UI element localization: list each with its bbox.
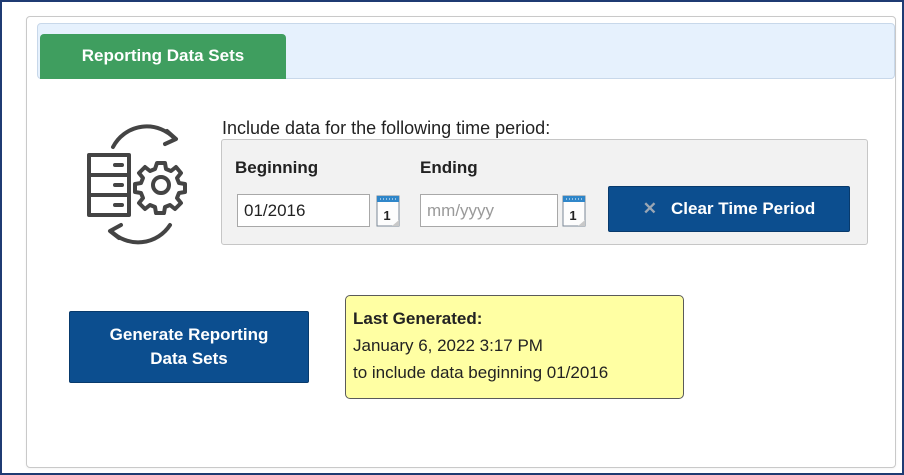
beginning-label: Beginning — [235, 158, 319, 177]
calendar-icon[interactable]: 1 — [562, 193, 586, 227]
generate-reporting-data-sets-button[interactable]: Generate Reporting Data Sets — [69, 311, 309, 383]
ending-date-input[interactable] — [420, 194, 558, 227]
last-generated-title: Last Generated: — [353, 309, 483, 328]
clear-time-period-button[interactable]: ✕ Clear Time Period — [608, 186, 850, 232]
calendar-day-text: 1 — [569, 208, 576, 223]
database-sync-icon — [87, 124, 187, 245]
x-icon: ✕ — [642, 199, 657, 218]
beginning-date-input[interactable] — [237, 194, 370, 227]
generate-button-line1: Generate Reporting — [109, 325, 269, 344]
calendar-day-text: 1 — [383, 208, 390, 223]
generate-button-line2: Data Sets — [150, 349, 228, 368]
ending-label: Ending — [420, 158, 478, 177]
last-generated-note-text: to include data beginning 01/2016 — [353, 363, 609, 382]
tab-bar: Reporting Data Sets — [37, 23, 895, 79]
last-generated-note: Last Generated: January 6, 2022 3:17 PM … — [345, 295, 684, 399]
window-frame: Reporting Data Sets Include data for the… — [0, 0, 904, 475]
calendar-icon[interactable]: 1 — [376, 193, 400, 227]
reporting-panel: Reporting Data Sets Include data for the… — [26, 16, 896, 468]
tab-reporting-data-sets[interactable]: Reporting Data Sets — [40, 34, 286, 79]
last-generated-datetime: January 6, 2022 3:17 PM — [353, 336, 543, 355]
time-period-prompt: Include data for the following time peri… — [222, 118, 551, 138]
time-period-box: Beginning Ending 1 1 ✕ Clear Time Pe — [221, 139, 868, 245]
clear-time-period-label: Clear Time Period — [671, 199, 816, 218]
